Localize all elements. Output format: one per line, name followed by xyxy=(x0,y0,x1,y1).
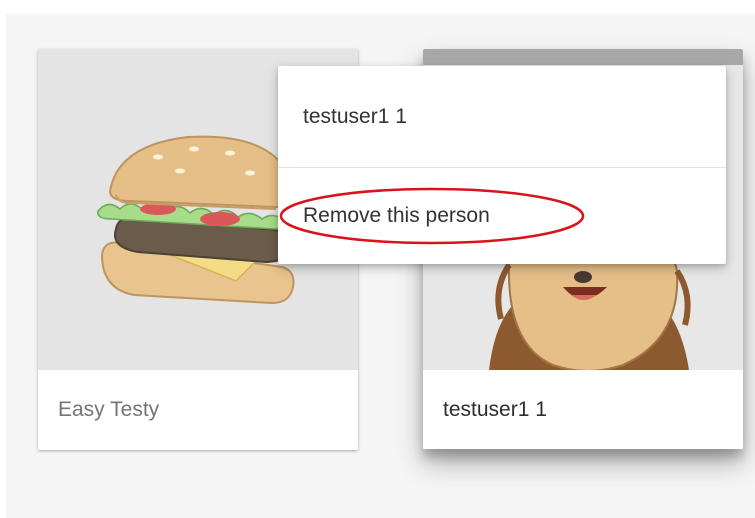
card-name-label: Easy Testy xyxy=(58,398,160,421)
person-context-menu: testuser1 1 Remove this person xyxy=(278,66,726,264)
menu-header-username: testuser1 1 xyxy=(303,105,407,128)
card-name-area: Easy Testy xyxy=(38,370,358,450)
remove-person-menu-item[interactable]: Remove this person xyxy=(278,168,726,264)
card-name-area: testuser1 1 xyxy=(423,370,743,449)
card-name-label: testuser1 1 xyxy=(443,398,547,421)
